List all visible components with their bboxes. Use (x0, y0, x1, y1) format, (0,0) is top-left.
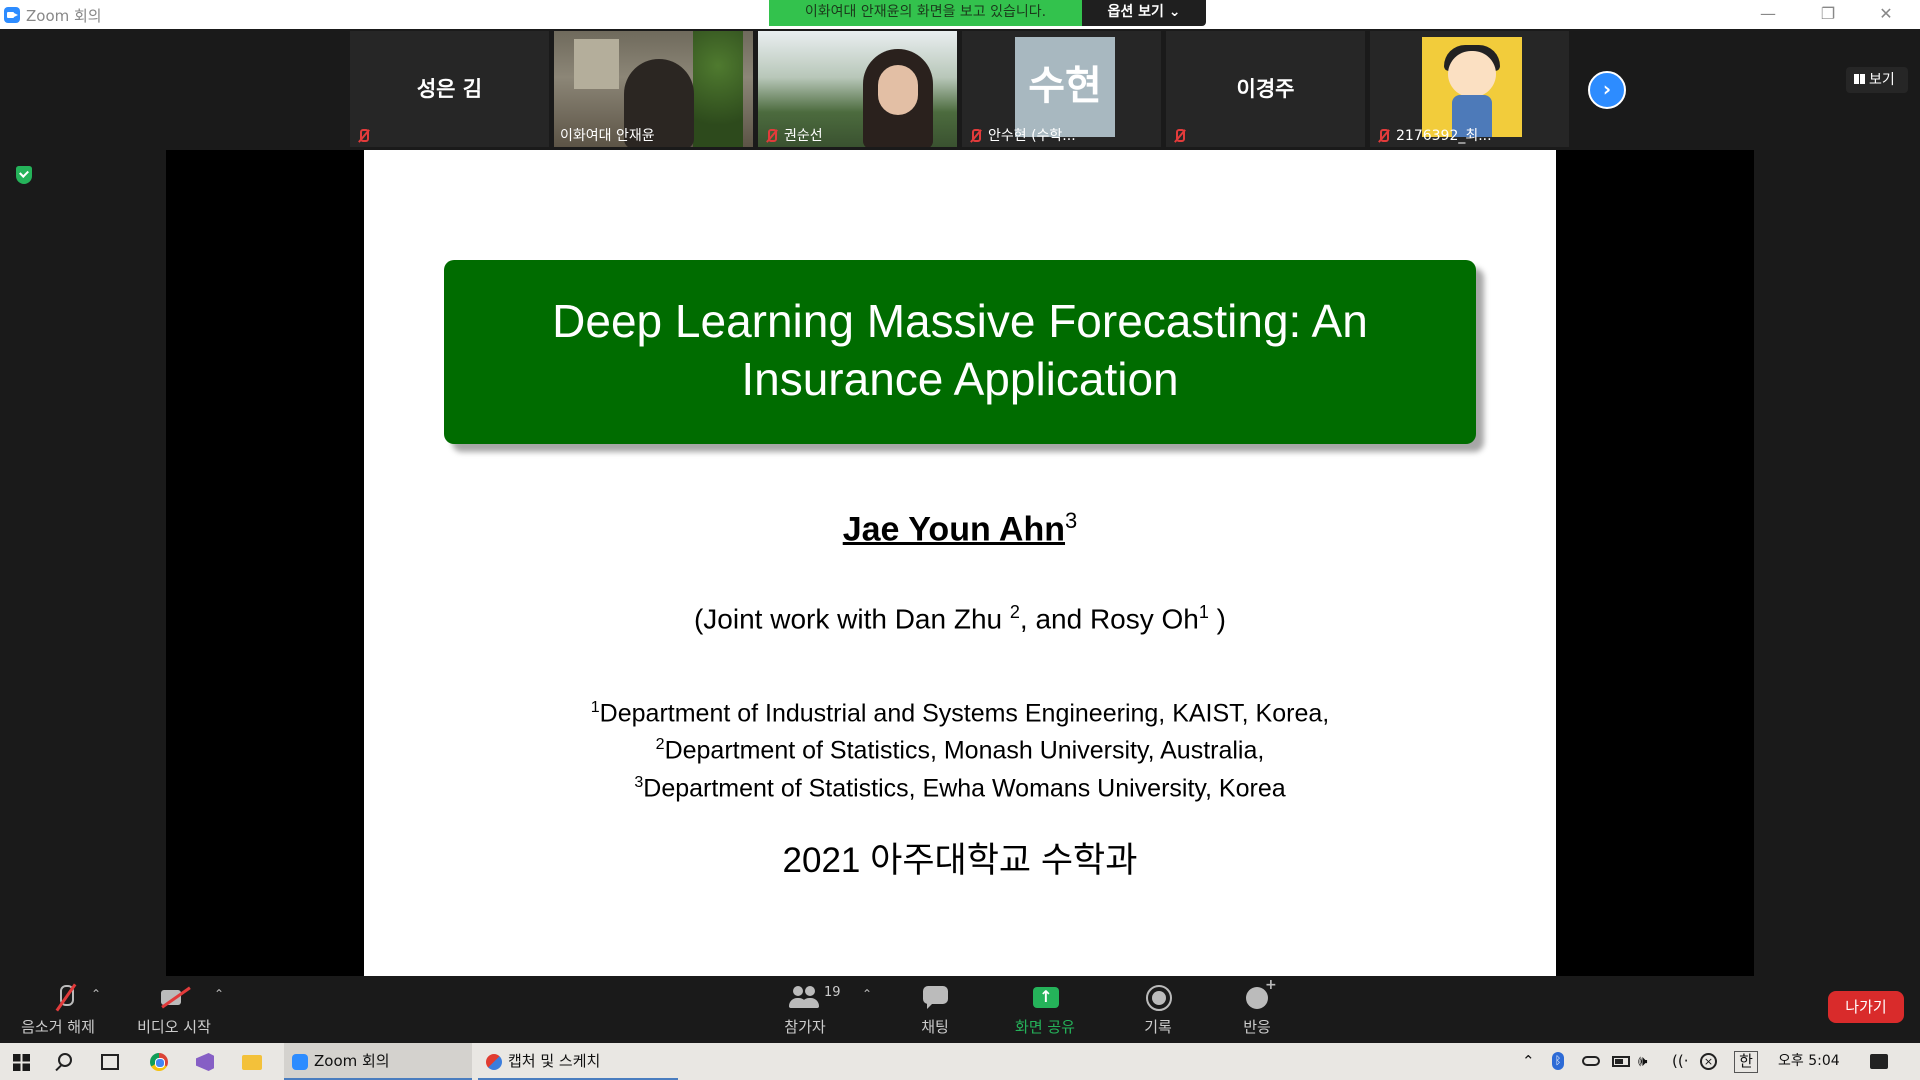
record-icon (1143, 983, 1173, 1011)
no-network-icon[interactable]: × (1700, 1053, 1717, 1070)
view-options-button[interactable]: 옵션 보기 ⌄ (1082, 0, 1206, 26)
participant-tile[interactable]: 이경주 (1166, 31, 1365, 147)
participant-tile[interactable]: 권순선 (758, 31, 957, 147)
reaction-icon (1243, 977, 1277, 1011)
video-options-caret[interactable]: ⌃ (214, 987, 224, 1001)
slide-title: Deep Learning Massive Forecasting: An In… (444, 260, 1476, 444)
leave-meeting-button[interactable]: 나가기 (1828, 991, 1904, 1023)
mic-muted-icon (51, 983, 81, 1011)
share-status-banner: 이화여대 안재윤의 화면을 보고 있습니다. (769, 0, 1082, 26)
security-shield-icon[interactable] (16, 166, 32, 184)
share-screen-icon (1030, 983, 1060, 1011)
taskbar-app-snip-sketch[interactable]: 캡처 및 스케치 (478, 1043, 678, 1080)
presentation-slide: Deep Learning Massive Forecasting: An In… (364, 150, 1556, 976)
participants-button[interactable]: 19 참가자 (770, 977, 840, 1043)
participant-tile[interactable]: 이화여대 안재윤 (554, 31, 753, 147)
slide-joint-work: (Joint work with Dan Zhu 2, and Rosy Oh1… (693, 602, 1226, 635)
search-icon[interactable] (58, 1053, 72, 1067)
chat-icon (920, 983, 950, 1011)
chat-button[interactable]: 채팅 (900, 977, 970, 1043)
affiliation-line: 3Department of Statistics, Ewha Womans U… (634, 773, 1286, 802)
muted-mic-icon (968, 129, 982, 143)
participant-tile[interactable]: 2176392_최... (1370, 31, 1569, 147)
muted-mic-icon (1172, 129, 1186, 143)
participant-count: 19 (824, 985, 841, 1000)
slide-affiliations: 1Department of Industrial and Systems En… (364, 692, 1556, 804)
visual-studio-icon[interactable] (196, 1053, 214, 1071)
clock[interactable]: 오후 5:04 (1778, 1043, 1840, 1080)
slide-footer: 2021 아주대학교 수학과 (782, 841, 1138, 880)
minimize-button[interactable]: — (1740, 0, 1796, 29)
ime-korean-indicator[interactable]: 한 (1734, 1043, 1758, 1080)
record-button[interactable]: 기록 (1123, 977, 1193, 1043)
participant-tile[interactable]: 수현 안수현 (수학... (962, 31, 1161, 147)
zoom-app-icon (4, 7, 20, 23)
participant-avatar: 수현 (1015, 37, 1115, 137)
share-screen-button[interactable]: 화면 공유 (1000, 977, 1090, 1043)
battery-icon[interactable] (1612, 1056, 1630, 1067)
participant-name: 이경주 (1236, 77, 1295, 101)
participants-options-caret[interactable]: ⌃ (862, 987, 872, 1001)
start-video-button[interactable]: 비디오 시작 (126, 977, 222, 1043)
windows-taskbar: Zoom 회의 캡처 및 스케치 ⌃ ᛒ 🕪 ((· × 한 오후 5:04 (0, 1043, 1920, 1080)
zoom-icon (292, 1054, 308, 1070)
chrome-icon[interactable] (150, 1053, 168, 1071)
slide-author: Jae Youn Ahn3 (842, 508, 1078, 549)
maximize-button[interactable]: ❐ (1800, 0, 1856, 29)
task-view-icon[interactable] (101, 1054, 119, 1070)
meeting-toolbar: 음소거 해제 ⌃ 비디오 시작 ⌃ 19 참가자 ⌃ 채팅 화면 공유 기록 반… (0, 977, 1920, 1043)
affiliation-line: 2Department of Statistics, Monash Univer… (655, 736, 1265, 765)
participant-tile[interactable]: 성은 김 (350, 31, 549, 147)
audio-options-caret[interactable]: ⌃ (91, 987, 101, 1001)
participant-avatar (1422, 37, 1522, 137)
muted-mic-icon (1376, 129, 1390, 143)
volume-icon[interactable]: 🕪 (1638, 1043, 1647, 1080)
participant-label: 2176392_최... (1396, 128, 1492, 144)
participant-label: 이화여대 안재윤 (560, 128, 655, 144)
participant-label: 안수현 (수학... (988, 128, 1076, 144)
notification-center-icon[interactable] (1870, 1054, 1888, 1069)
bluetooth-icon[interactable]: ᛒ (1552, 1052, 1564, 1070)
shared-screen: Deep Learning Massive Forecasting: An In… (166, 150, 1754, 976)
affiliation-line: 1Department of Industrial and Systems En… (590, 699, 1330, 728)
taskbar-app-zoom[interactable]: Zoom 회의 (284, 1043, 472, 1080)
muted-mic-icon (356, 129, 370, 143)
snip-sketch-icon (486, 1054, 502, 1070)
next-page-arrow-icon[interactable]: › (1588, 71, 1626, 109)
reactions-button[interactable]: 반응 (1222, 977, 1292, 1043)
grid-icon (1854, 74, 1865, 84)
muted-mic-icon (764, 129, 778, 143)
file-explorer-icon[interactable] (242, 1055, 262, 1070)
show-hidden-icons-chevron-icon[interactable]: ⌃ (1522, 1043, 1535, 1080)
participant-gallery: 성은 김 이화여대 안재윤 권순선 수현 안수현 (수학... 이경주 2176… (0, 29, 1920, 149)
window-title: Zoom 회의 (26, 7, 102, 25)
onedrive-cloud-icon[interactable] (1582, 1056, 1600, 1066)
title-bar: Zoom 회의 이화여대 안재윤의 화면을 보고 있습니다. 옵션 보기 ⌄ —… (0, 0, 1920, 29)
participant-label: 권순선 (784, 128, 823, 144)
windows-start-icon[interactable] (13, 1054, 30, 1071)
video-off-icon (160, 983, 190, 1011)
close-button[interactable]: ✕ (1858, 0, 1914, 29)
participant-name: 성은 김 (416, 77, 483, 101)
wifi-icon[interactable]: ((· (1672, 1043, 1688, 1080)
view-layout-button[interactable]: 보기 (1846, 67, 1908, 93)
participants-icon (788, 983, 818, 1011)
